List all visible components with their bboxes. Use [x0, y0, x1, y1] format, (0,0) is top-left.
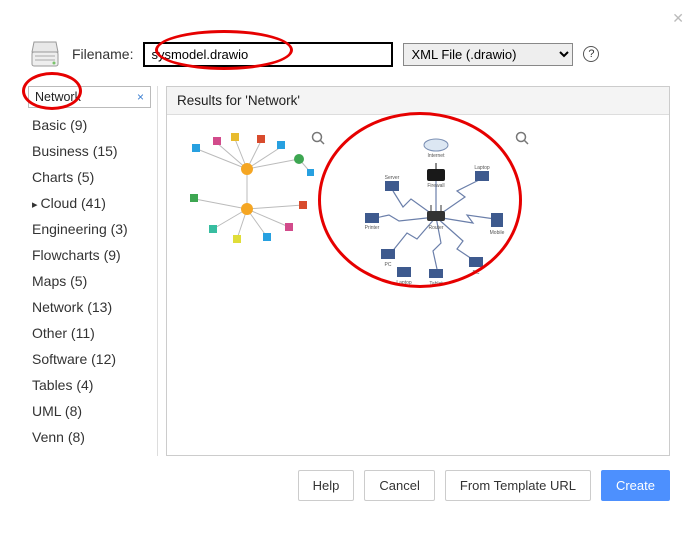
search-value: Network — [35, 90, 81, 104]
device-label: Router — [428, 225, 443, 231]
sidebar: Network × Basic (9)Business (15)Charts (… — [28, 86, 158, 456]
category-item[interactable]: Venn (8) — [28, 424, 157, 450]
results-thumbnails: Router Firewall Internet Printer Server … — [167, 115, 669, 455]
cancel-button[interactable]: Cancel — [364, 470, 434, 501]
template-thumb[interactable] — [177, 129, 327, 259]
svg-text:Laptop: Laptop — [396, 280, 412, 286]
category-item[interactable]: Other (11) — [28, 320, 157, 346]
svg-text:Mobile: Mobile — [490, 230, 505, 236]
help-icon[interactable]: ? — [583, 46, 599, 62]
close-icon[interactable]: ✕ — [672, 10, 684, 27]
svg-text:Tablet: Tablet — [429, 281, 443, 287]
svg-text:PC: PC — [385, 262, 392, 268]
device-label: Internet — [428, 153, 446, 159]
filename-input[interactable] — [143, 42, 393, 67]
category-item[interactable]: Engineering (3) — [28, 216, 157, 242]
dialog-body: Network × Basic (9)Business (15)Charts (… — [28, 86, 670, 456]
category-item[interactable]: Basic (9) — [28, 112, 157, 138]
help-button[interactable]: Help — [298, 470, 355, 501]
template-thumb[interactable]: Router Firewall Internet Printer Server … — [341, 129, 531, 299]
category-item[interactable]: Software (12) — [28, 346, 157, 372]
category-item[interactable]: Business (15) — [28, 138, 157, 164]
category-item[interactable]: Network (13) — [28, 294, 157, 320]
category-search[interactable]: Network × — [28, 86, 151, 108]
new-file-dialog: ✕ Filename: XML File (.drawio) ? Network… — [0, 0, 698, 537]
svg-text:Printer: Printer — [365, 225, 380, 231]
footer-buttons: Help Cancel From Template URL Create — [28, 470, 670, 501]
category-item[interactable]: Cloud (41) — [28, 190, 157, 216]
category-item[interactable]: Maps (5) — [28, 268, 157, 294]
filename-label: Filename: — [72, 46, 133, 62]
magnify-icon[interactable] — [311, 131, 325, 148]
clear-search-icon[interactable]: × — [137, 90, 144, 104]
category-item[interactable]: Charts (5) — [28, 164, 157, 190]
category-item[interactable]: Flowcharts (9) — [28, 242, 157, 268]
results-panel: Results for 'Network' — [166, 86, 670, 456]
svg-text:Server: Server — [385, 175, 400, 181]
create-button[interactable]: Create — [601, 470, 670, 501]
svg-text:PC: PC — [473, 270, 480, 276]
from-template-url-button[interactable]: From Template URL — [445, 470, 591, 501]
results-heading: Results for 'Network' — [167, 87, 669, 115]
category-item[interactable]: UML (8) — [28, 398, 157, 424]
device-label: Firewall — [427, 183, 444, 189]
category-list[interactable]: Basic (9)Business (15)Charts (5)Cloud (4… — [28, 108, 157, 456]
filename-bar: Filename: XML File (.drawio) ? — [28, 38, 670, 70]
fileformat-select[interactable]: XML File (.drawio) — [403, 43, 573, 66]
disk-icon — [28, 38, 62, 70]
svg-text:Laptop: Laptop — [474, 165, 490, 171]
category-item[interactable]: Wireframes (5) — [28, 450, 157, 456]
magnify-icon[interactable] — [515, 131, 529, 148]
category-item[interactable]: Tables (4) — [28, 372, 157, 398]
